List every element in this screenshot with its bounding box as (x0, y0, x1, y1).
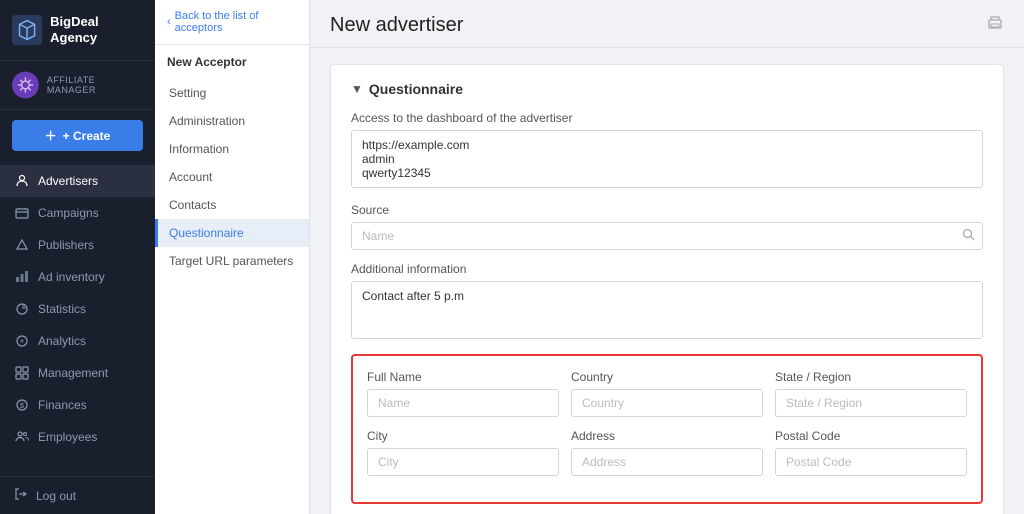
contact-details-section: Full Name Country State / Region City (351, 354, 983, 504)
questionnaire-card: ▼ Questionnaire Access to the dashboard … (330, 64, 1004, 514)
source-label: Source (351, 203, 983, 217)
logo-icon (12, 14, 42, 46)
additional-info-textarea[interactable]: Contact after 5 p.m (351, 281, 983, 339)
address-field: Address (571, 429, 763, 476)
main-header: New advertiser (310, 0, 1024, 48)
sub-nav-contacts[interactable]: Contacts (155, 191, 309, 219)
affiliate-label: AFFILIATE MANAGER (47, 75, 143, 95)
management-icon (14, 365, 30, 381)
main-content: New advertiser ▼ Questionnaire Access to… (310, 0, 1024, 514)
nav-item-statistics[interactable]: Statistics (0, 293, 155, 325)
logout-item[interactable]: Log out (0, 476, 155, 514)
sub-nav-items: Setting Administration Information Accou… (155, 79, 309, 275)
source-input[interactable] (351, 222, 983, 250)
nav-label-advertisers: Advertisers (38, 174, 98, 188)
additional-info-label: Additional information (351, 262, 983, 276)
sub-nav-information[interactable]: Information (155, 135, 309, 163)
country-input[interactable] (571, 389, 763, 417)
address-row-1: Full Name Country State / Region (367, 370, 967, 429)
source-input-wrapper (351, 222, 983, 250)
city-field: City (367, 429, 559, 476)
logo-area: BigDeal Agency (0, 0, 155, 61)
nav-label-publishers: Publishers (38, 238, 94, 252)
main-body: ▼ Questionnaire Access to the dashboard … (310, 48, 1024, 514)
logout-label: Log out (36, 489, 76, 503)
nav-item-publishers[interactable]: Publishers (0, 229, 155, 261)
finances-icon: $ (14, 397, 30, 413)
nav-item-advertisers[interactable]: Advertisers (0, 165, 155, 197)
state-input[interactable] (775, 389, 967, 417)
dashboard-access-label: Access to the dashboard of the advertise… (351, 111, 983, 125)
nav-item-ad-inventory[interactable]: Ad inventory (0, 261, 155, 293)
logout-icon (14, 487, 28, 504)
postal-field: Postal Code (775, 429, 967, 476)
nav-label-analytics: Analytics (38, 334, 86, 348)
sub-nav-setting[interactable]: Setting (155, 79, 309, 107)
nav-label-finances: Finances (38, 398, 87, 412)
nav-label-ad-inventory: Ad inventory (38, 270, 105, 284)
nav-item-finances[interactable]: $ Finances (0, 389, 155, 421)
full-name-label: Full Name (367, 370, 559, 384)
search-icon (962, 228, 975, 244)
postal-input[interactable] (775, 448, 967, 476)
svg-text:$: $ (20, 403, 24, 410)
country-field: Country (571, 370, 763, 417)
statistics-icon (14, 301, 30, 317)
employees-icon (14, 429, 30, 445)
nav-items: Advertisers Campaigns Publishers Ad inve… (0, 161, 155, 476)
nav-item-management[interactable]: Management (0, 357, 155, 389)
source-field: Source (351, 203, 983, 250)
back-button[interactable]: ‹ Back to the list of acceptors (155, 0, 309, 45)
nav-item-employees[interactable]: Employees (0, 421, 155, 453)
address-label: Address (571, 429, 763, 443)
sub-sidebar-title: New Acceptor (155, 45, 309, 79)
ad-inventory-icon (14, 269, 30, 285)
advertisers-icon (14, 173, 30, 189)
plus-icon: ＋ (45, 127, 57, 144)
section-title: Questionnaire (369, 81, 463, 97)
state-field: State / Region (775, 370, 967, 417)
campaigns-icon (14, 205, 30, 221)
sub-nav-questionnaire[interactable]: Questionnaire (155, 219, 309, 247)
dashboard-access-textarea[interactable]: https://example.com admin qwerty12345 (351, 130, 983, 188)
chevron-down-icon: ▼ (351, 82, 363, 96)
nav-label-campaigns: Campaigns (38, 206, 99, 220)
address-row-2: City Address Postal Code (367, 429, 967, 488)
full-name-input[interactable] (367, 389, 559, 417)
nav-label-statistics: Statistics (38, 302, 86, 316)
country-label: Country (571, 370, 763, 384)
brand-name: BigDeal Agency (50, 14, 143, 45)
city-input[interactable] (367, 448, 559, 476)
print-icon[interactable] (986, 14, 1004, 37)
sidebar: BigDeal Agency AFFILIATE MANAGER ＋ + Cre… (0, 0, 155, 514)
sub-nav-account[interactable]: Account (155, 163, 309, 191)
affiliate-icon (12, 71, 39, 99)
page-title: New advertiser (330, 14, 463, 37)
create-button[interactable]: ＋ + Create (12, 120, 143, 151)
city-label: City (367, 429, 559, 443)
back-label: Back to the list of acceptors (175, 10, 297, 34)
nav-item-campaigns[interactable]: Campaigns (0, 197, 155, 229)
state-label: State / Region (775, 370, 967, 384)
postal-label: Postal Code (775, 429, 967, 443)
sub-nav-target-url[interactable]: Target URL parameters (155, 247, 309, 275)
nav-label-management: Management (38, 366, 108, 380)
address-input[interactable] (571, 448, 763, 476)
analytics-icon (14, 333, 30, 349)
nav-item-analytics[interactable]: Analytics (0, 325, 155, 357)
card-title: ▼ Questionnaire (351, 81, 983, 97)
nav-label-employees: Employees (38, 430, 97, 444)
additional-info-field: Additional information Contact after 5 p… (351, 262, 983, 342)
dashboard-access-field: Access to the dashboard of the advertise… (351, 111, 983, 191)
sub-nav-administration[interactable]: Administration (155, 107, 309, 135)
sub-sidebar: ‹ Back to the list of acceptors New Acce… (155, 0, 310, 514)
back-chevron-icon: ‹ (167, 16, 171, 28)
publishers-icon (14, 237, 30, 253)
affiliate-section: AFFILIATE MANAGER (0, 61, 155, 110)
full-name-field: Full Name (367, 370, 559, 417)
